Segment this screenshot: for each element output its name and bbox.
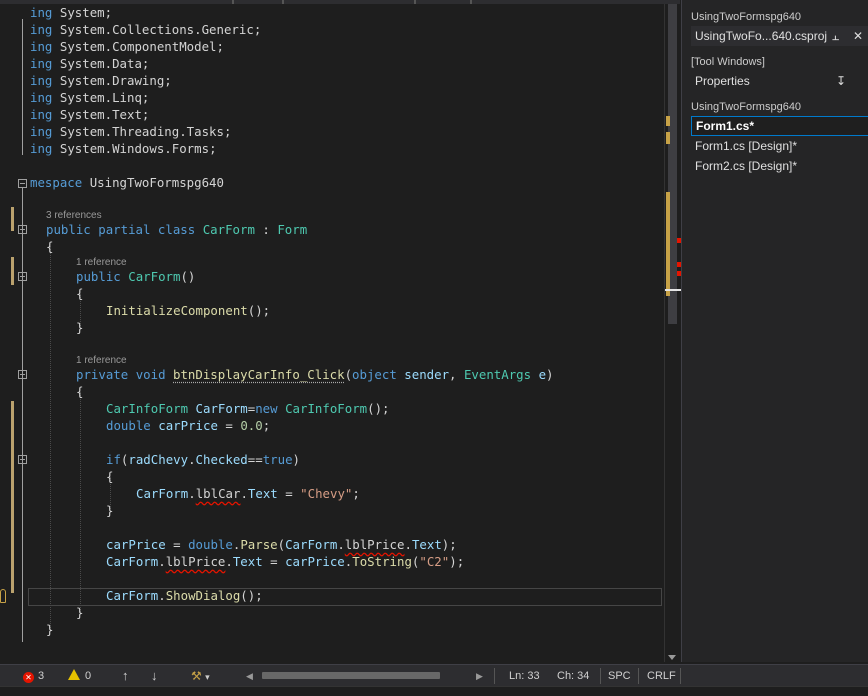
properties-label: Properties — [695, 74, 750, 88]
previous-issue-icon[interactable]: ↑ — [122, 665, 129, 687]
code-line: ing System.Windows.Forms; — [30, 141, 217, 156]
project-tab-label: UsingTwoFo...640.csproj — [695, 29, 828, 43]
warning-count[interactable]: 0 — [68, 665, 91, 687]
code-line: carPrice = double.Parse(CarForm.lblPrice… — [106, 537, 457, 552]
code-line: ing System.Threading.Tasks; — [30, 124, 232, 139]
code-cleanup-icon[interactable]: ⚒ ▾ — [191, 665, 210, 687]
scroll-down-icon[interactable] — [668, 655, 676, 660]
file-item-form1-design[interactable]: Form1.cs [Design]* — [691, 136, 868, 156]
scroll-left-icon[interactable]: ◀ — [246, 665, 253, 687]
change-mark — [666, 192, 670, 296]
change-mark — [666, 116, 670, 126]
close-icon[interactable]: ✕ — [853, 26, 863, 46]
project-header: UsingTwoFormspg640 — [691, 11, 802, 23]
change-mark — [666, 132, 670, 144]
file-item-form2-design[interactable]: Form2.cs [Design]* — [691, 156, 868, 176]
separator — [600, 668, 601, 684]
code-line: ing System.Drawing; — [30, 73, 172, 88]
code-line: private void btnDisplayCarInfo_Click(obj… — [76, 367, 554, 382]
code-line: } — [106, 503, 114, 518]
caret-position-mark — [665, 289, 681, 291]
error-icon: ✕ — [23, 672, 34, 683]
code-line: { — [106, 469, 114, 484]
code-line: CarForm.lblCar.Text = "Chevy"; — [136, 486, 360, 501]
code-line: ing System.Data; — [30, 56, 150, 71]
code-line: CarInfoForm CarForm=new CarInfoForm(); — [106, 401, 390, 416]
separator — [680, 668, 681, 684]
code-line: } — [46, 622, 54, 637]
code-line: public partial class CarForm : Form — [46, 222, 308, 237]
warning-icon — [68, 669, 80, 680]
project-tab[interactable]: UsingTwoFo...640.csproj ⫠ ✕ — [691, 26, 868, 46]
pin-icon[interactable]: ⫠ — [832, 26, 839, 46]
line-ending-mode[interactable]: CRLF — [647, 665, 676, 687]
bottom-edge — [0, 686, 868, 696]
next-issue-icon[interactable]: ↓ — [151, 665, 158, 687]
code-line: ing System.Text; — [30, 107, 150, 122]
vertical-scrollbar[interactable] — [664, 4, 681, 662]
separator — [638, 668, 639, 684]
horizontal-scrollbar[interactable] — [262, 672, 440, 679]
properties-item[interactable]: Properties ↧ — [691, 71, 868, 91]
code-line: } — [76, 605, 84, 620]
editor-status-bar: ✕ 3 0 ↑ ↓ ⚒ ▾ ◀ ▶ Ln: 33 Ch: 34 SPC CRLF — [0, 664, 868, 686]
code-line: ing System.ComponentModel; — [30, 39, 224, 54]
file-item-form1-cs[interactable]: Form1.cs* — [691, 116, 868, 136]
code-line: { — [46, 239, 54, 254]
code-line: mespace UsingTwoFormspg640 — [30, 175, 224, 190]
solution-panel: UsingTwoFormspg640 UsingTwoFo...640.cspr… — [681, 0, 868, 662]
code-line: ing System.Collections.Generic; — [30, 22, 262, 37]
project-header: UsingTwoFormspg640 — [691, 101, 802, 113]
code-line: { — [76, 286, 84, 301]
code-line-current: CarForm.ShowDialog(); — [106, 588, 263, 603]
separator — [494, 668, 495, 684]
code-line: ing System; — [30, 5, 113, 20]
scroll-right-icon[interactable]: ▶ — [476, 665, 483, 687]
code-line: CarForm.lblPrice.Text = carPrice.ToStrin… — [106, 554, 465, 569]
tool-windows-header: [Tool Windows] — [691, 56, 765, 68]
code-line: { — [76, 384, 84, 399]
code-editor[interactable]: ing System; ing System.Collections.Gener… — [0, 4, 664, 662]
code-line: double carPrice = 0.0; — [106, 418, 271, 433]
whitespace-mode[interactable]: SPC — [608, 665, 631, 687]
code-line: ing System.Linq; — [30, 90, 150, 105]
code-line: if(radChevy.Checked==true) — [106, 452, 300, 467]
pin-icon[interactable]: ↧ — [836, 71, 846, 91]
code-line: public CarForm() — [76, 269, 196, 284]
code-line: InitializeComponent(); — [106, 303, 271, 318]
line-indicator[interactable]: Ln: 33 — [509, 665, 540, 687]
code-line: } — [76, 320, 84, 335]
error-count[interactable]: ✕ 3 — [23, 665, 44, 687]
column-indicator[interactable]: Ch: 34 — [557, 665, 589, 687]
